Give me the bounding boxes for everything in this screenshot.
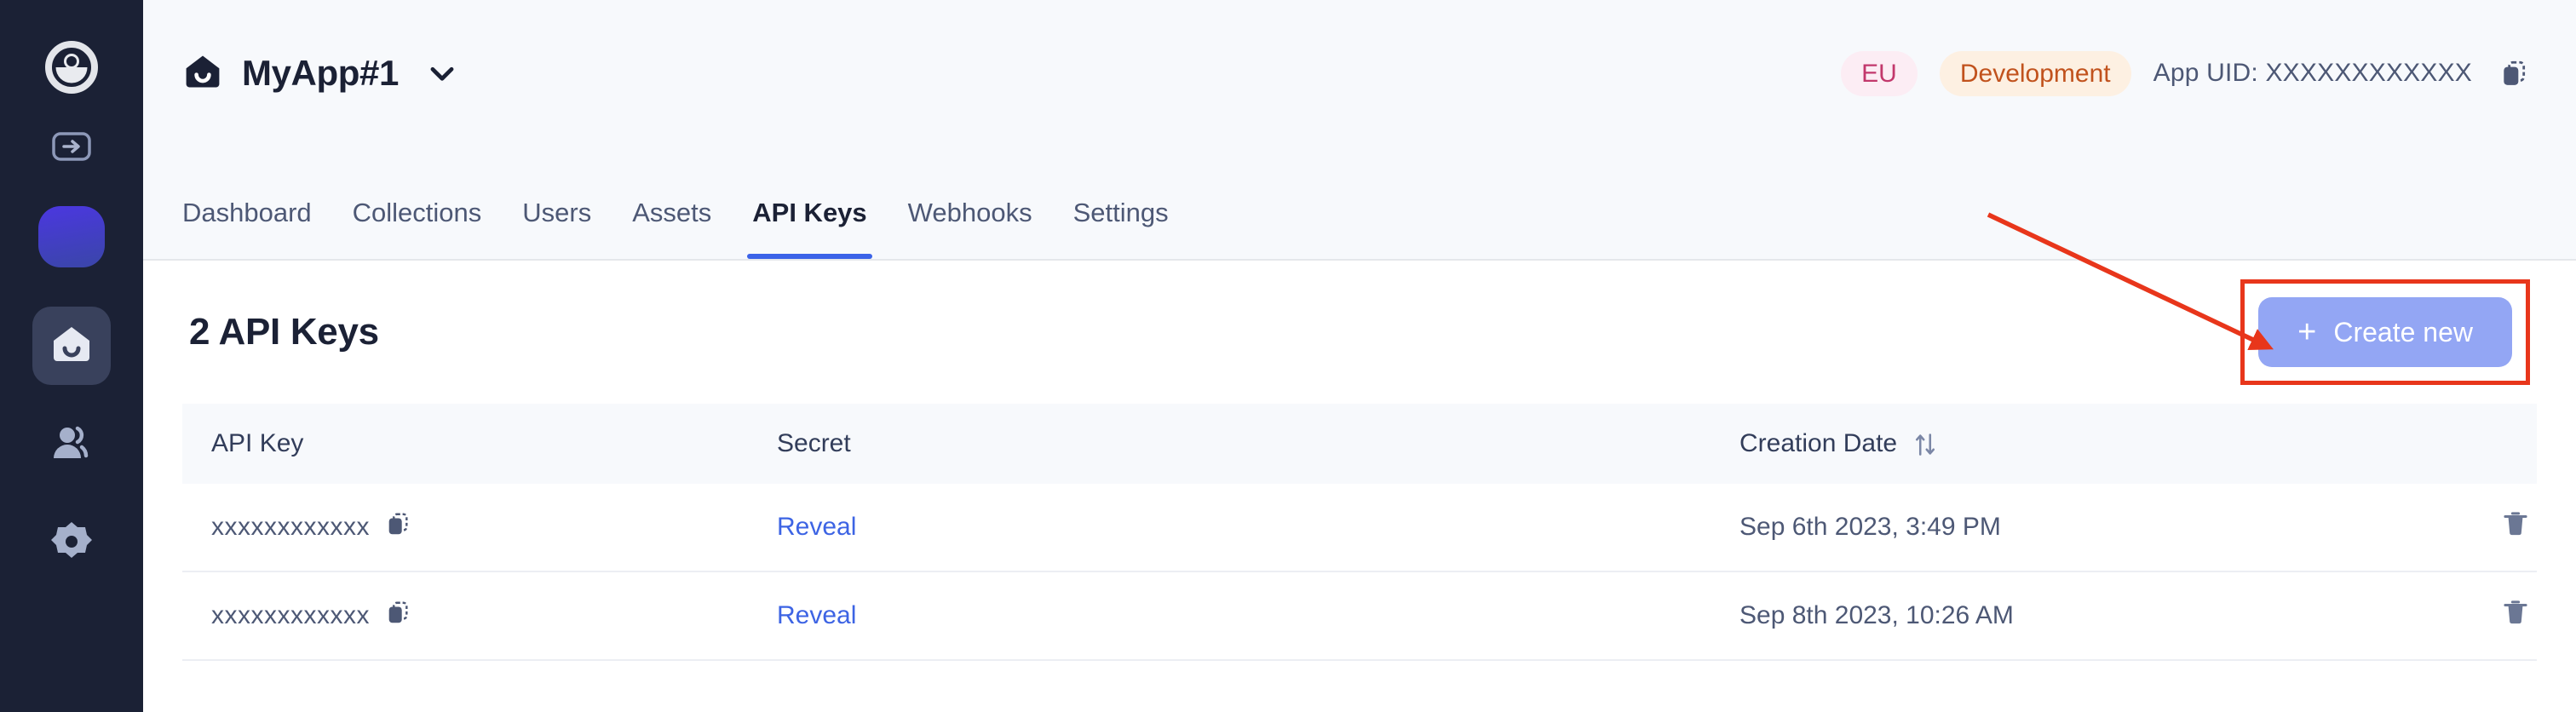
content-header: 2 API Keys + Create new — [182, 261, 2537, 404]
cell-secret: Reveal — [770, 484, 1733, 572]
reveal-secret-link[interactable]: Reveal — [777, 513, 856, 541]
table-header: API Key Secret Creation Date — [182, 404, 2537, 484]
reveal-secret-link[interactable]: Reveal — [777, 601, 856, 629]
environment-badge: Development — [1939, 50, 2131, 96]
sidebar-item-apps[interactable] — [32, 307, 111, 385]
tab-bar: Dashboard Collections Users Assets API K… — [182, 146, 2537, 259]
expand-panel-button[interactable] — [48, 124, 95, 172]
sidebar-item-settings[interactable] — [32, 504, 111, 583]
cell-api-key: xxxxxxxxxxxx — [182, 571, 770, 661]
table-header-row: API Key Secret Creation Date — [182, 404, 2537, 484]
expand-panel-icon — [49, 124, 94, 173]
app-name: MyApp#1 — [242, 53, 399, 93]
users-icon — [49, 421, 94, 469]
cell-creation-date: Sep 8th 2023, 10:26 AM — [1733, 571, 2409, 661]
cell-api-key: xxxxxxxxxxxx — [182, 484, 770, 572]
brand-logo[interactable] — [45, 40, 98, 98]
tab-api-keys[interactable]: API Keys — [732, 198, 887, 259]
app-uid-label: App UID: XXXXXXXXXXXX — [2153, 59, 2472, 87]
create-new-annotation-box: + Create new — [2240, 279, 2530, 385]
tab-settings[interactable]: Settings — [1053, 198, 1189, 259]
page-title: 2 API Keys — [189, 311, 379, 353]
main-area: MyApp#1 EU Development App UID: XXXXXXXX… — [143, 0, 2576, 712]
column-api-key: API Key — [182, 404, 770, 484]
cell-secret: Reveal — [770, 571, 1733, 661]
tab-dashboard[interactable]: Dashboard — [182, 198, 332, 259]
apps-home-icon — [49, 322, 94, 370]
table-row: xxxxxxxxxxxx Reveal — [182, 484, 2537, 572]
table-body: xxxxxxxxxxxx Reveal Sep 6th 2023, 3:49 P… — [182, 484, 2537, 661]
region-badge: EU — [1841, 50, 1918, 96]
sidebar — [0, 0, 143, 712]
column-actions — [2409, 404, 2537, 484]
sidebar-item-users[interactable] — [32, 405, 111, 484]
content-area: 2 API Keys + Create new API Key Secret C… — [143, 261, 2576, 712]
copy-icon[interactable] — [385, 600, 411, 632]
tab-webhooks[interactable]: Webhooks — [888, 198, 1053, 259]
app-switcher[interactable]: MyApp#1 — [182, 51, 458, 96]
api-keys-page: MyApp#1 EU Development App UID: XXXXXXXX… — [0, 0, 2576, 712]
plus-icon: + — [2297, 314, 2317, 350]
create-new-button[interactable]: + Create new — [2258, 297, 2512, 367]
tab-assets[interactable]: Assets — [612, 198, 732, 259]
workspace-avatar[interactable] — [38, 206, 105, 267]
tab-collections[interactable]: Collections — [332, 198, 503, 259]
api-keys-table: API Key Secret Creation Date xxxxxxxxxxx… — [182, 404, 2537, 661]
app-home-icon — [182, 51, 223, 96]
chevron-down-icon[interactable] — [426, 57, 458, 89]
create-new-label: Create new — [2333, 316, 2473, 347]
cell-actions — [2409, 571, 2537, 661]
app-bar-right: EU Development App UID: XXXXXXXXXXXX — [1841, 50, 2537, 96]
sort-updown-icon[interactable] — [1914, 432, 1936, 457]
eye-logo-icon — [45, 40, 98, 98]
tab-users[interactable]: Users — [502, 198, 612, 259]
cell-creation-date: Sep 6th 2023, 3:49 PM — [1733, 484, 2409, 572]
app-bar: MyApp#1 EU Development App UID: XXXXXXXX… — [182, 0, 2537, 146]
gear-icon — [49, 520, 94, 568]
trash-icon[interactable] — [2501, 598, 2530, 627]
cell-actions — [2409, 484, 2537, 572]
column-secret: Secret — [770, 404, 1733, 484]
header-band: MyApp#1 EU Development App UID: XXXXXXXX… — [143, 0, 2576, 261]
sidebar-nav — [32, 307, 111, 583]
copy-icon[interactable] — [2499, 59, 2528, 88]
table-row: xxxxxxxxxxxx Reveal — [182, 571, 2537, 661]
api-key-value: xxxxxxxxxxxx — [211, 601, 370, 629]
copy-icon[interactable] — [385, 511, 411, 543]
column-creation-date[interactable]: Creation Date — [1733, 404, 2409, 484]
column-creation-date-label: Creation Date — [1739, 429, 1898, 457]
trash-icon[interactable] — [2501, 509, 2530, 538]
api-key-value: xxxxxxxxxxxx — [211, 513, 370, 541]
